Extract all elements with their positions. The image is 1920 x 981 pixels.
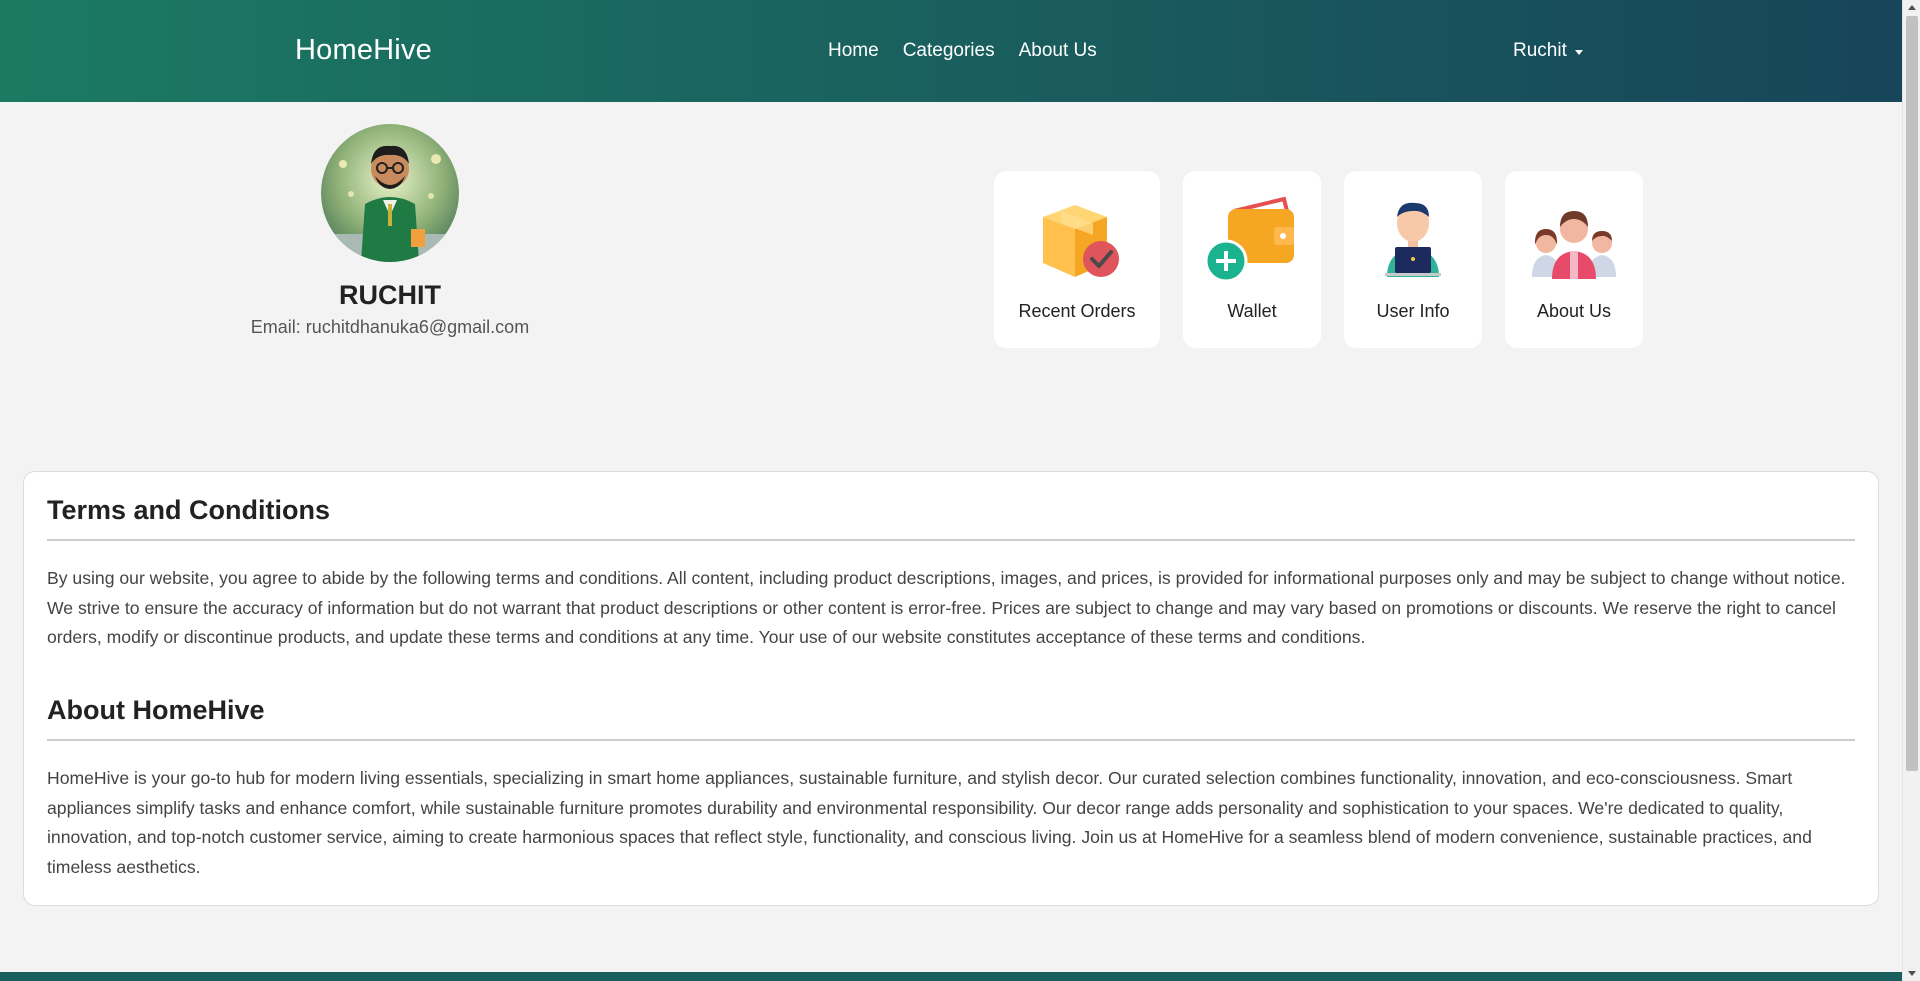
scroll-thumb[interactable] (1906, 16, 1918, 771)
scroll-up-icon[interactable] (1908, 5, 1916, 10)
wallet-add-icon (1204, 196, 1294, 283)
terms-text: By using our website, you agree to abide… (47, 568, 1846, 647)
chevron-down-icon (1574, 49, 1583, 55)
profile-cards: Recent Orders Wallet User Info About Us (994, 171, 1643, 348)
profile-name: RUCHIT (339, 280, 441, 310)
card-label: About Us (1536, 301, 1612, 321)
footer-strip (0, 972, 1902, 981)
card-label: Wallet (1227, 301, 1277, 321)
nav-about-link[interactable]: About Us (1019, 40, 1097, 62)
profile-email: Email: ruchitdhanuka6@gmail.com (250, 317, 530, 337)
card-about-us[interactable]: About Us (1505, 171, 1643, 348)
card-recent-orders[interactable]: Recent Orders (994, 171, 1160, 348)
card-label: Recent Orders (1018, 301, 1136, 321)
team-icon (1532, 211, 1616, 279)
scroll-down-icon[interactable] (1908, 971, 1916, 976)
user-menu-dropdown[interactable]: Ruchit (1513, 40, 1583, 62)
page-scrollbar[interactable] (1902, 0, 1920, 981)
card-wallet[interactable]: Wallet (1183, 171, 1321, 348)
card-label: User Info (1376, 301, 1450, 321)
nav-home-link[interactable]: Home (828, 40, 879, 62)
about-divider (47, 739, 1855, 741)
nav-categories-link[interactable]: Categories (903, 40, 995, 62)
profile-section: RUCHIT Email: ruchitdhanuka6@gmail.com (230, 124, 550, 338)
terms-divider (47, 539, 1855, 541)
user-laptop-icon (1385, 202, 1441, 277)
package-check-icon (1043, 205, 1119, 277)
nav-links: Home Categories About Us (828, 40, 1121, 62)
avatar (321, 124, 459, 262)
user-menu-label: Ruchit (1513, 40, 1567, 61)
about-text: HomeHive is your go-to hub for modern li… (47, 768, 1812, 877)
info-panel: Terms and Conditions By using our websit… (23, 471, 1879, 906)
terms-title: Terms and Conditions (47, 495, 331, 525)
brand-logo[interactable]: HomeHive (295, 34, 432, 67)
card-user-info[interactable]: User Info (1344, 171, 1482, 348)
about-title: About HomeHive (47, 695, 265, 725)
navbar: HomeHive Home Categories About Us Ruchit (0, 0, 1902, 102)
